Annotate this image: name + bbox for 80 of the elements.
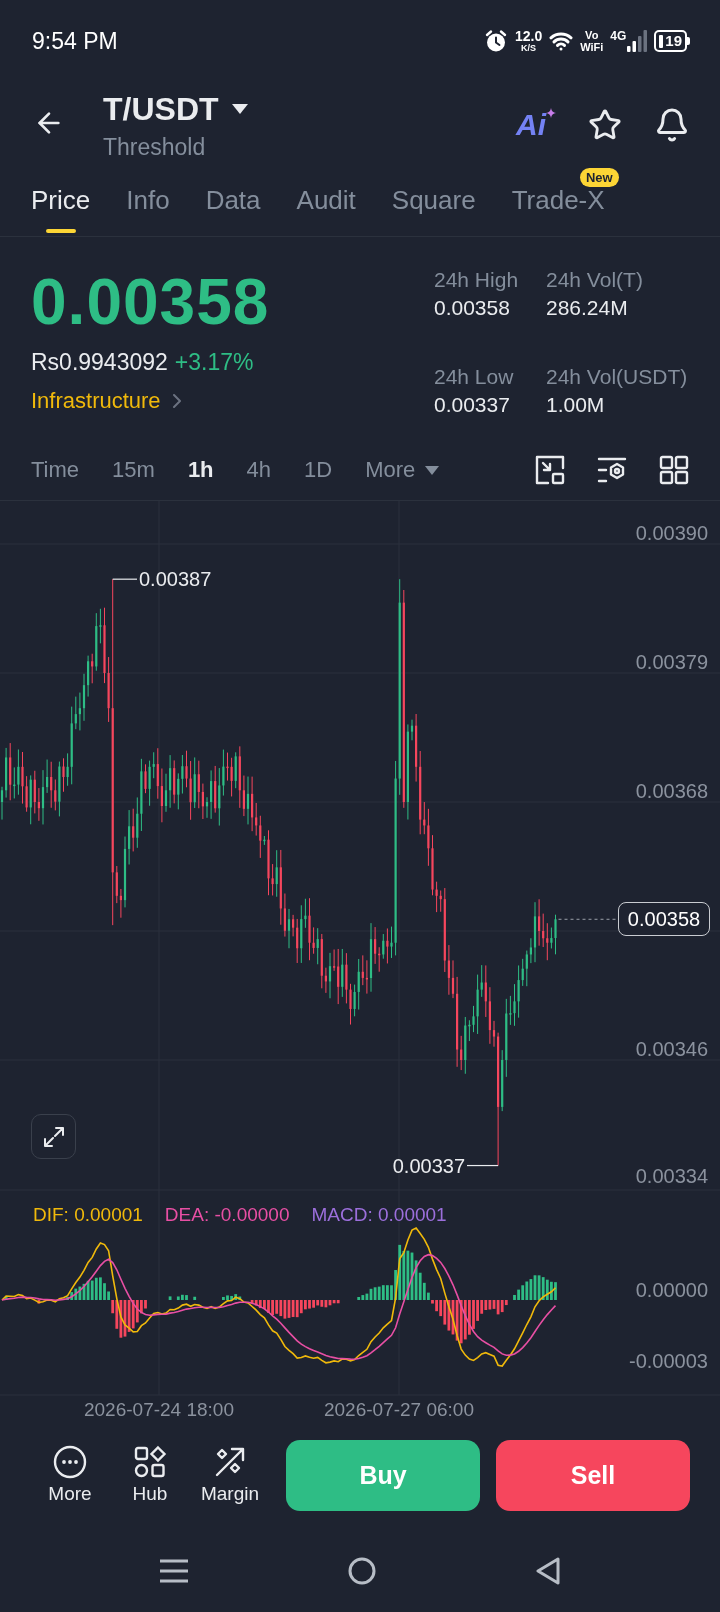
alarm-icon	[483, 29, 508, 53]
back-icon[interactable]	[536, 1557, 560, 1585]
interval-tab[interactable]: 4h	[246, 455, 272, 485]
last-price-guide-line	[558, 918, 618, 920]
battery-indicator: 19	[654, 30, 690, 52]
price-axis-label: 0.00346	[635, 1038, 708, 1060]
stat-value: 0.00337	[434, 391, 511, 418]
volte-label: Vo	[585, 29, 599, 41]
interval-tab[interactable]: 1D	[304, 455, 333, 485]
new-badge: New	[579, 168, 619, 187]
menu-icon[interactable]	[160, 1559, 188, 1583]
chevron-right-icon	[172, 394, 181, 408]
tab[interactable]: Info	[126, 170, 170, 236]
list-settings-icon[interactable]	[597, 455, 627, 485]
last-price-tag: 0.00358	[618, 902, 710, 936]
fiat-price: Rs0.9943092	[31, 348, 168, 377]
macd-axis-label: -0.00003	[629, 1350, 708, 1372]
status-time: 9:54 PM	[32, 26, 118, 56]
date-axis-label: 2026-07-27 06:00	[324, 1399, 474, 1420]
leader-line	[112, 578, 138, 580]
expand-icon	[43, 1126, 64, 1147]
stat-label: 24h Low	[434, 363, 515, 390]
interval-tab[interactable]: 1h	[187, 455, 214, 485]
interval-dropdown[interactable]: More	[365, 455, 440, 485]
pair-title[interactable]: T/USDT	[103, 90, 219, 128]
caret-down-icon[interactable]	[230, 103, 249, 115]
signal-icon	[627, 30, 648, 52]
macd-histogram-bar	[4, 1296, 8, 1300]
network-speed-unit: K/S	[521, 43, 537, 53]
buy-button[interactable]: Buy	[286, 1440, 480, 1511]
stat-label: 24h High	[434, 267, 520, 293]
ai-assistant-button[interactable]: Ai	[516, 108, 556, 142]
bell-icon[interactable]	[654, 107, 690, 143]
apps-icon	[133, 1445, 167, 1479]
macd-histogram-bar	[37, 1300, 41, 1304]
price-axis-label: 0.00334	[635, 1165, 708, 1187]
home-icon[interactable]	[348, 1557, 376, 1585]
margin-button[interactable]: Margin	[190, 1445, 270, 1506]
network-type: 4G	[610, 30, 627, 42]
token-name: Threshold	[103, 133, 207, 162]
expand-chart-button[interactable]	[31, 1114, 76, 1159]
macd-histogram-bar	[193, 1296, 197, 1300]
sector-link[interactable]: Infrastructure	[31, 386, 181, 416]
leader-line	[466, 1164, 499, 1167]
price-axis-label: 0.00390	[635, 522, 708, 544]
macd-axis-label: 0.00000	[635, 1279, 708, 1301]
hub-button[interactable]: Hub	[110, 1445, 190, 1506]
star-icon[interactable]	[588, 108, 622, 142]
price-axis-label: 0.00379	[635, 651, 708, 673]
tab[interactable]: Price	[31, 170, 91, 236]
macd-legend-label: MACD: 0.00001	[311, 1203, 447, 1227]
stat-value: 1.00M	[546, 391, 606, 418]
stat-value: 0.00358	[434, 295, 511, 321]
network-speed-value: 12.0	[514, 29, 543, 43]
caret-down-icon	[425, 465, 440, 475]
interval-tab[interactable]: 15m	[112, 455, 155, 485]
sparkle-icon	[546, 108, 556, 118]
more-button[interactable]: More	[30, 1445, 110, 1506]
volte-sub-label: WiFi	[580, 41, 604, 53]
price-change: +3.17%	[174, 348, 254, 377]
macd-legend-label: DIF: 0.00001	[33, 1203, 143, 1227]
stat-label: 24h Vol(USDT)	[546, 363, 688, 390]
grid-icon[interactable]	[659, 455, 689, 485]
tab[interactable]: Square	[391, 170, 476, 236]
macd-histogram-bar	[168, 1296, 172, 1300]
diagonal-arrow-icon	[213, 1445, 247, 1479]
high-price-label: 0.00387	[139, 568, 212, 591]
tab[interactable]: Audit	[296, 170, 356, 236]
sell-button[interactable]: Sell	[496, 1440, 690, 1511]
stat-label: 24h Vol(T)	[546, 267, 644, 293]
more-icon	[53, 1445, 87, 1479]
macd-legend-label: DEA: -0.00000	[164, 1203, 290, 1227]
interval-tab[interactable]: Time	[31, 455, 80, 485]
low-price-label: 0.00337	[392, 1154, 465, 1177]
tab[interactable]: Data	[205, 170, 261, 236]
price-axis-label: 0.00368	[635, 780, 708, 802]
last-price: 0.00358	[31, 266, 270, 338]
date-axis-label: 2026-07-24 18:00	[84, 1399, 234, 1420]
square-arrow-icon[interactable]	[535, 455, 565, 485]
stat-value: 286.24M	[546, 295, 629, 321]
